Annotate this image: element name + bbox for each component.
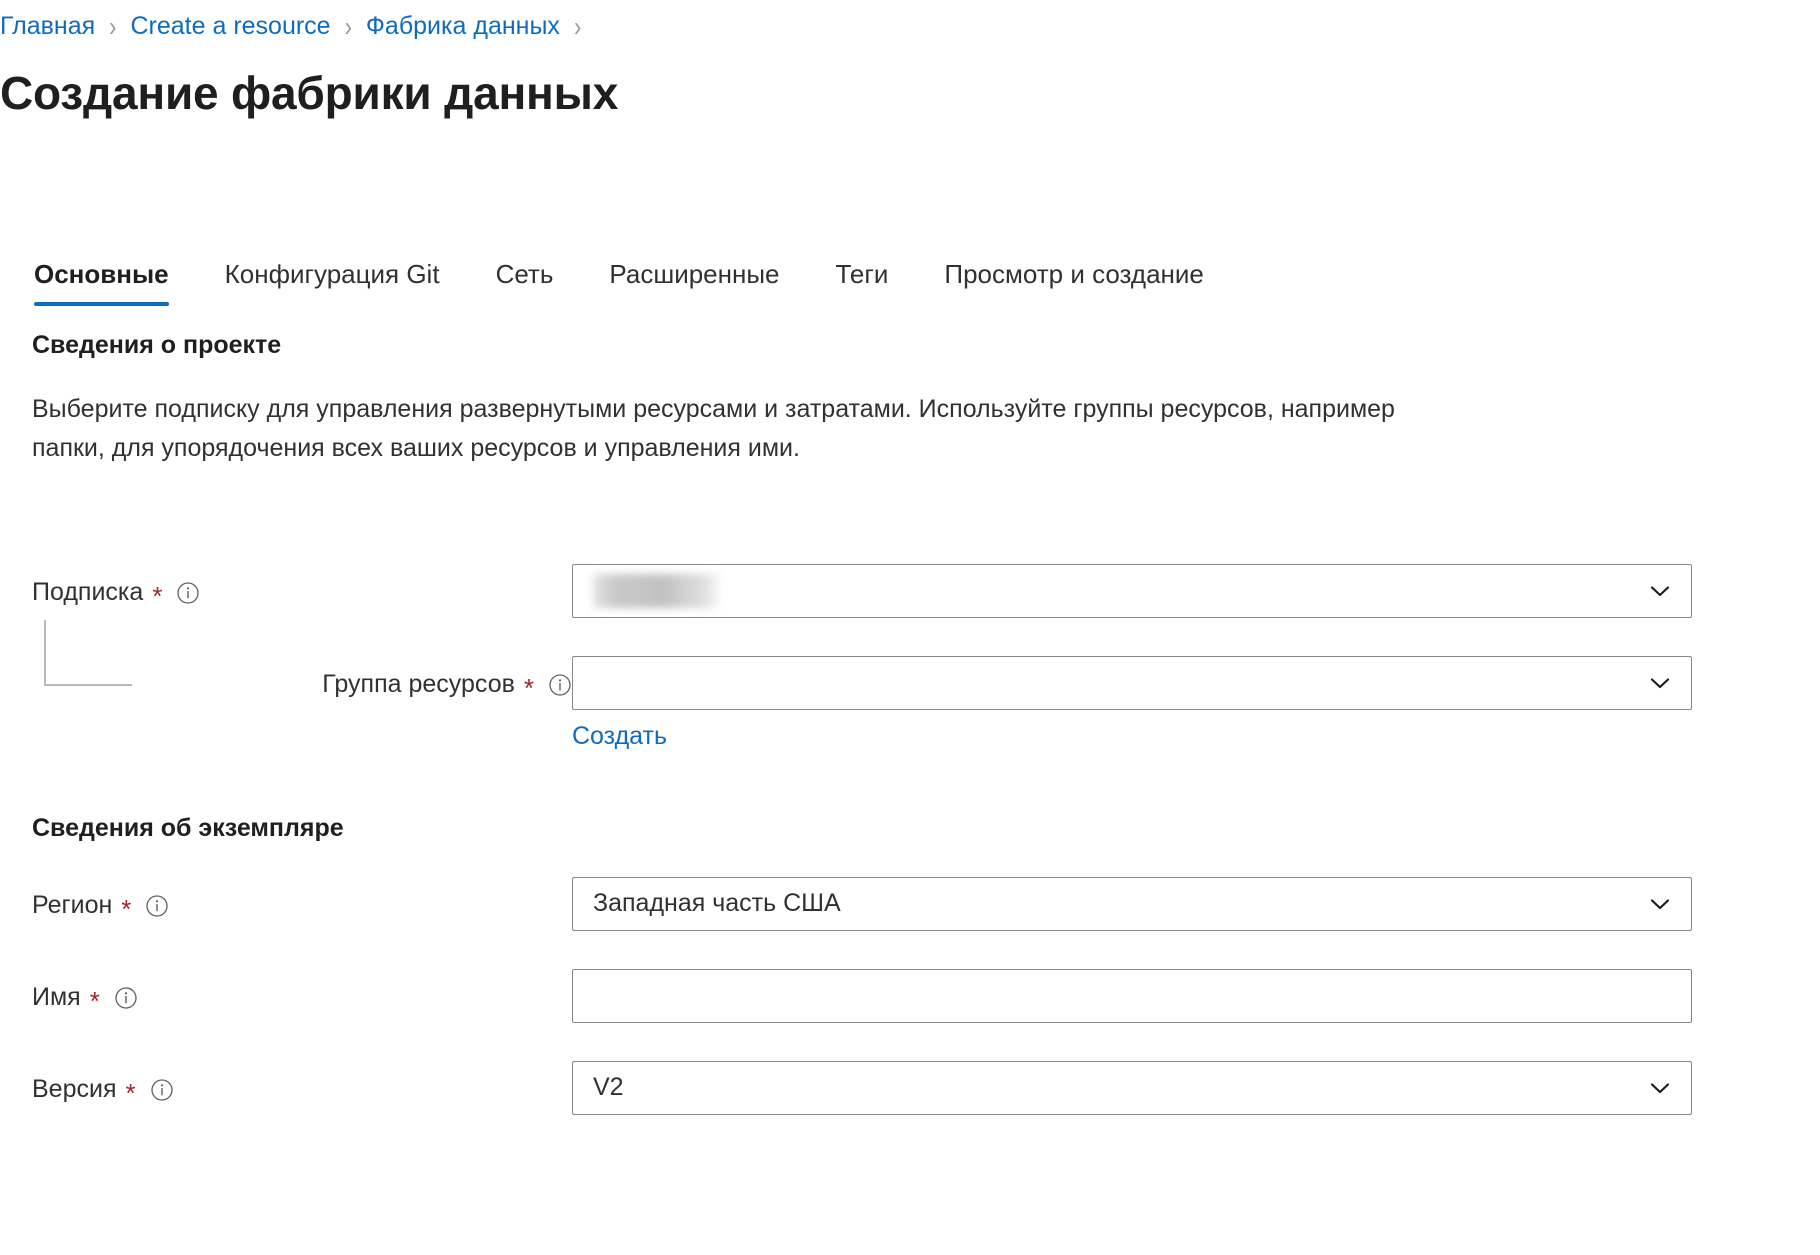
- field-col-name: [572, 968, 1692, 1023]
- field-col-subscription: [572, 563, 1692, 618]
- label-subscription-text: Подписка: [32, 578, 144, 606]
- section-heading-instance-details: Сведения об экземпляре: [32, 813, 344, 842]
- tree-connector-line: [44, 619, 132, 686]
- section-description-project-details: Выберите подписку для управления разверн…: [32, 395, 1395, 462]
- form-row-subscription: Подписка *: [32, 563, 1820, 622]
- info-icon[interactable]: [176, 581, 200, 605]
- required-marker: *: [89, 985, 100, 1016]
- breadcrumb-item-home[interactable]: Главная: [0, 14, 95, 39]
- label-resource-group: Группа ресурсов *: [322, 670, 572, 703]
- subscription-value-redacted: [593, 573, 721, 608]
- chevron-down-icon: [1647, 670, 1673, 696]
- label-name: Имя *: [32, 969, 572, 1027]
- info-icon[interactable]: [145, 894, 169, 918]
- tab-review-and-create[interactable]: Просмотр и создание: [944, 259, 1204, 306]
- label-resource-group-text: Группа ресурсов: [322, 670, 515, 698]
- resource-group-dropdown[interactable]: [572, 655, 1692, 710]
- info-icon[interactable]: [150, 1078, 174, 1102]
- required-marker: *: [152, 580, 163, 611]
- field-col-region: Западная часть США: [572, 876, 1692, 931]
- breadcrumb: Главная › Create a resource › Фабрика да…: [0, 10, 595, 42]
- form-row-version: Версия * V2: [32, 1060, 1820, 1119]
- form-content: Сведения о проекте Выберите подписку для…: [32, 330, 1820, 1119]
- version-dropdown[interactable]: V2: [572, 1060, 1692, 1115]
- required-marker: *: [125, 1077, 136, 1108]
- breadcrumb-separator-icon: ›: [109, 10, 117, 42]
- region-dropdown[interactable]: Западная часть США: [572, 876, 1692, 931]
- chevron-down-icon: [1647, 578, 1673, 604]
- subscription-dropdown[interactable]: [572, 563, 1692, 618]
- label-version-text: Версия: [32, 1075, 117, 1103]
- tab-advanced[interactable]: Расширенные: [609, 259, 779, 306]
- label-subscription: Подписка *: [32, 564, 572, 622]
- label-region: Регион *: [32, 877, 572, 935]
- form-row-name: Имя *: [32, 968, 1820, 1027]
- form-row-resource-group: Группа ресурсов * Создать: [32, 619, 1820, 751]
- field-col-resource-group: Создать: [572, 655, 1692, 751]
- info-icon[interactable]: [114, 986, 138, 1010]
- tab-bar: Основные Конфигурация Git Сеть Расширенн…: [0, 248, 1260, 306]
- chevron-down-icon: [1647, 1075, 1673, 1101]
- tab-git-configuration[interactable]: Конфигурация Git: [225, 259, 440, 306]
- label-version: Версия *: [32, 1061, 572, 1119]
- create-resource-group-link[interactable]: Создать: [572, 722, 667, 751]
- tab-basics[interactable]: Основные: [34, 259, 169, 306]
- breadcrumb-separator-icon: ›: [344, 10, 352, 42]
- region-value: Западная часть США: [593, 889, 841, 917]
- tab-networking[interactable]: Сеть: [496, 259, 554, 306]
- required-marker: *: [523, 672, 534, 703]
- name-input[interactable]: [572, 968, 1692, 1023]
- page-title: Создание фабрики данных: [0, 67, 619, 119]
- section-heading-project-details: Сведения о проекте: [32, 331, 282, 359]
- label-region-text: Регион: [32, 891, 113, 919]
- tab-tags[interactable]: Теги: [836, 259, 889, 306]
- chevron-down-icon: [1647, 891, 1673, 917]
- breadcrumb-item-create-a-resource[interactable]: Create a resource: [130, 14, 330, 39]
- required-marker: *: [121, 893, 132, 924]
- form-row-region: Регион * Западная часть США: [32, 876, 1820, 935]
- tree-indent: Группа ресурсов *: [32, 619, 572, 714]
- breadcrumb-separator-icon: ›: [573, 10, 582, 42]
- info-icon[interactable]: [548, 673, 572, 697]
- field-col-version: V2: [572, 1060, 1692, 1115]
- label-name-text: Имя: [32, 983, 81, 1011]
- breadcrumb-item-data-factory[interactable]: Фабрика данных: [366, 14, 560, 39]
- version-value: V2: [593, 1073, 624, 1101]
